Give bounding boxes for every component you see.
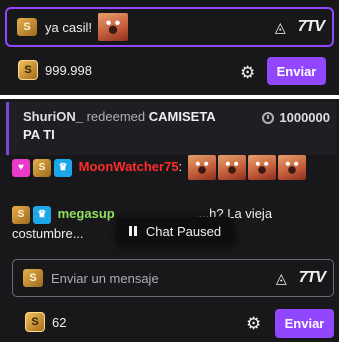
input-icons: ◬ 7TV bbox=[275, 18, 325, 36]
send-button[interactable]: Enviar bbox=[275, 309, 334, 338]
crown-badge-icon[interactable]: ♛ bbox=[54, 158, 72, 177]
input-icons: ◬ 7TV bbox=[276, 269, 326, 287]
redeem-username[interactable]: ShuriON_ bbox=[23, 109, 83, 124]
message-separator: : bbox=[178, 159, 183, 174]
top-chat-panel: S ya casil! ◬ 7TV S 999.998 ⚙ Enviar bbox=[0, 0, 339, 95]
message-text-line2: costumbre... bbox=[12, 226, 84, 241]
channel-points-badge-icon[interactable]: S bbox=[33, 158, 51, 177]
redemption-notice: ShuriON_ redeemed CAMISETA PA TI 1000000 bbox=[6, 102, 336, 155]
chat-input-placeholder[interactable]: Enviar un mensaje bbox=[51, 271, 159, 286]
heart-badge-icon[interactable]: ♥ bbox=[12, 158, 30, 177]
chat-username[interactable]: MoonWatcher75 bbox=[79, 159, 179, 174]
channel-points-balance[interactable]: S 999.998 bbox=[18, 60, 92, 80]
settings-gear-icon[interactable]: ⚙ bbox=[240, 63, 255, 83]
channel-points-balance[interactable]: S 62 bbox=[25, 312, 66, 332]
channel-points-icon: S bbox=[18, 60, 38, 80]
chat-input-text[interactable]: ya casil! bbox=[45, 20, 92, 35]
send-button[interactable]: Enviar bbox=[267, 57, 326, 85]
reward-name-line1: CAMISETA bbox=[148, 109, 216, 124]
redeem-action: redeemed bbox=[86, 109, 146, 124]
chat-message: ♥ S ♛ MoonWatcher75: bbox=[12, 152, 336, 182]
pause-icon bbox=[128, 226, 137, 236]
channel-points-icon: S bbox=[17, 18, 37, 36]
chat-input[interactable]: S Enviar un mensaje ◬ 7TV bbox=[12, 259, 334, 297]
channel-points-badge-icon[interactable]: S bbox=[12, 205, 30, 224]
emote-image[interactable] bbox=[247, 155, 276, 181]
bits-icon[interactable]: ◬ bbox=[276, 270, 287, 287]
7tv-emote-icon[interactable]: 7TV bbox=[299, 269, 326, 287]
chat-paused-indicator[interactable]: Chat Paused bbox=[116, 217, 234, 245]
reward-name-line2: PA TI bbox=[23, 127, 55, 142]
chat-username[interactable]: megasup bbox=[58, 206, 115, 221]
channel-points-icon: S bbox=[23, 269, 43, 287]
emote-image bbox=[97, 13, 128, 41]
channel-points-icon: S bbox=[25, 312, 45, 332]
reward-cost-value: 1000000 bbox=[279, 110, 330, 125]
settings-gear-icon[interactable]: ⚙ bbox=[246, 314, 261, 334]
points-value: 62 bbox=[52, 314, 67, 330]
emote-image[interactable] bbox=[217, 155, 246, 181]
chat-paused-label: Chat Paused bbox=[145, 223, 222, 239]
clock-icon bbox=[262, 111, 275, 124]
bottom-chat-panel: ShuriON_ redeemed CAMISETA PA TI 1000000… bbox=[0, 99, 339, 342]
chat-input-active[interactable]: S ya casil! ◬ 7TV bbox=[5, 7, 334, 47]
bits-icon[interactable]: ◬ bbox=[275, 19, 286, 36]
crown-badge-icon[interactable]: ♛ bbox=[33, 205, 51, 224]
reward-cost: 1000000 bbox=[262, 110, 330, 125]
points-value: 999.998 bbox=[45, 62, 92, 78]
emote-image[interactable] bbox=[187, 155, 216, 181]
7tv-emote-icon[interactable]: 7TV bbox=[298, 18, 325, 36]
emote-image[interactable] bbox=[277, 155, 306, 181]
